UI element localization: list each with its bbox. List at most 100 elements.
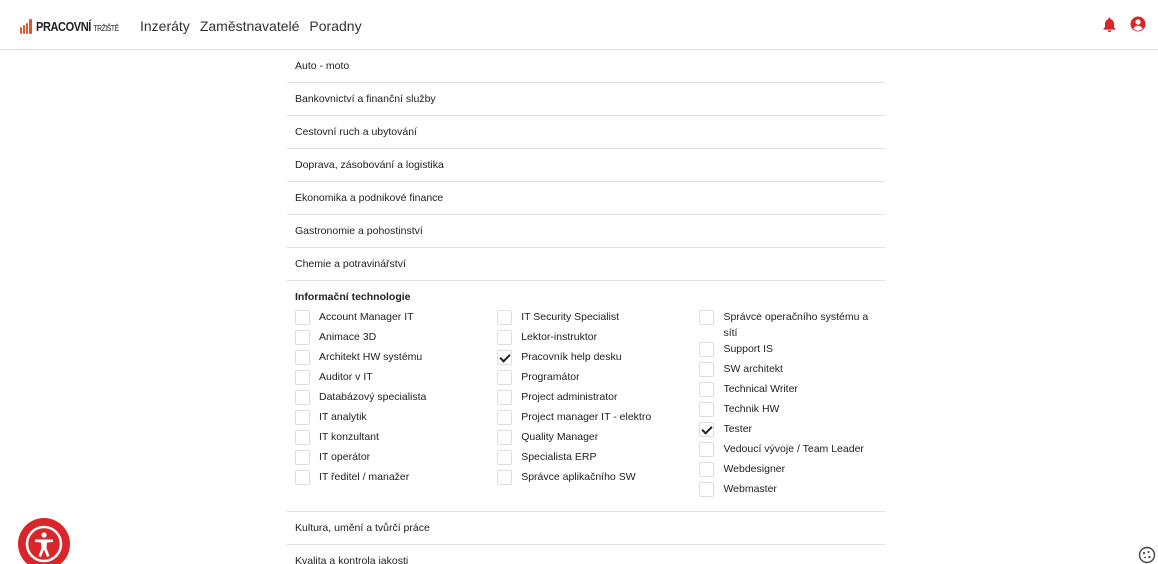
- checkbox[interactable]: [699, 310, 715, 325]
- subcategory-option[interactable]: Support IS: [699, 341, 877, 361]
- subcategory-label: Auditor v IT: [319, 371, 373, 383]
- subcategory-label: Databázový specialista: [319, 391, 427, 403]
- checkbox[interactable]: [295, 350, 310, 365]
- checkbox[interactable]: [295, 330, 310, 345]
- category-bankovnictvi[interactable]: Bankovnictví a finanční služby: [287, 83, 885, 116]
- subcategory-option[interactable]: Tester: [699, 421, 877, 441]
- checkbox[interactable]: [497, 410, 513, 425]
- checkbox[interactable]: [699, 402, 715, 417]
- checkbox[interactable]: [699, 342, 715, 357]
- subcategory-label: SW architekt: [723, 363, 783, 375]
- checkbox[interactable]: [497, 430, 513, 445]
- subcategory-option[interactable]: Account Manager IT: [295, 309, 497, 329]
- checkbox[interactable]: [295, 450, 310, 465]
- subcategory-label: Account Manager IT: [319, 311, 414, 323]
- subcategory-label: Webdesigner: [723, 463, 786, 475]
- category-kvalita[interactable]: Kvalita a kontrola jakosti: [287, 545, 885, 564]
- cookie-settings-button[interactable]: [1138, 546, 1156, 564]
- subcategory-option[interactable]: Architekt HW systému: [295, 349, 497, 369]
- checkbox[interactable]: [295, 470, 310, 485]
- category-gastronomie[interactable]: Gastronomie a pohostinství: [287, 215, 885, 248]
- checkbox[interactable]: [295, 390, 310, 405]
- category-doprava[interactable]: Doprava, zásobování a logistika: [287, 149, 885, 182]
- checkbox-checked[interactable]: [497, 350, 513, 365]
- subcategory-label: Technical Writer: [723, 383, 798, 395]
- subcategory-option[interactable]: Technik HW: [699, 401, 877, 421]
- checkbox[interactable]: [295, 430, 310, 445]
- nav-inzeraty[interactable]: Inzeráty: [140, 18, 190, 34]
- accessibility-button[interactable]: [18, 518, 70, 564]
- subcategory-label: Project manager IT - elektro: [521, 411, 652, 423]
- subcategory-option[interactable]: IT ředitel / manažer: [295, 469, 497, 489]
- checkbox[interactable]: [295, 410, 310, 425]
- subcategory-option[interactable]: Vedoucí vývoje / Team Leader: [699, 441, 877, 461]
- subcategory-option[interactable]: Webmaster: [699, 481, 877, 501]
- checkbox[interactable]: [497, 310, 513, 325]
- category-title[interactable]: Informační technologie: [295, 291, 877, 303]
- subcategory-option[interactable]: SW architekt: [699, 361, 877, 381]
- subcategory-option[interactable]: Databázový specialista: [295, 389, 497, 409]
- accessibility-icon: [25, 525, 63, 563]
- subcategory-option[interactable]: Specialista ERP: [497, 449, 699, 469]
- subcategory-label: Správce operačního systému a sítí: [723, 311, 869, 339]
- subcategory-label: Project administrator: [521, 391, 618, 403]
- checkbox[interactable]: [699, 442, 715, 457]
- subcategory-label: Správce aplikačního SW: [521, 471, 636, 483]
- subcategory-label: IT analytik: [319, 411, 367, 423]
- subcategory-option[interactable]: IT konzultant: [295, 429, 497, 449]
- logo-text-main: PRACOVNÍ: [36, 18, 91, 34]
- subcategory-option[interactable]: Project manager IT - elektro: [497, 409, 699, 429]
- subcategory-option[interactable]: Technical Writer: [699, 381, 877, 401]
- subcategory-label: IT konzultant: [319, 431, 379, 443]
- subcategory-label: Vedoucí vývoje / Team Leader: [723, 443, 864, 455]
- subcategory-option[interactable]: Lektor-instruktor: [497, 329, 699, 349]
- checkbox[interactable]: [295, 310, 310, 325]
- bell-icon[interactable]: [1103, 17, 1116, 32]
- category-informacni-technologie: Informační technologie Account Manager I…: [287, 281, 885, 512]
- checkbox[interactable]: [497, 390, 513, 405]
- subcategory-option[interactable]: IT operátor: [295, 449, 497, 469]
- subcategory-option[interactable]: IT Security Specialist: [497, 309, 699, 329]
- logo-text: PRACOVNÍ TRŽIŠTĚ: [36, 19, 119, 34]
- subcategory-option[interactable]: Webdesigner: [699, 461, 877, 481]
- checkbox[interactable]: [699, 482, 715, 497]
- nav-poradny[interactable]: Poradny: [309, 18, 361, 34]
- category-cestovni-ruch[interactable]: Cestovní ruch a ubytování: [287, 116, 885, 149]
- checkbox[interactable]: [497, 450, 513, 465]
- subcategory-label: Architekt HW systému: [319, 351, 423, 363]
- checkbox-checked[interactable]: [699, 422, 715, 437]
- main-nav: Inzeráty Zaměstnavatelé Poradny: [140, 18, 362, 34]
- subcategory-option[interactable]: Animace 3D: [295, 329, 497, 349]
- header-icons: [1103, 16, 1146, 32]
- checkbox[interactable]: [295, 370, 310, 385]
- checkbox[interactable]: [497, 470, 513, 485]
- category-chemie[interactable]: Chemie a potravinářství: [287, 248, 885, 281]
- nav-zamestnavatele[interactable]: Zaměstnavatelé: [200, 18, 300, 34]
- subcategory-label: IT operátor: [319, 451, 371, 463]
- subcategory-option[interactable]: Quality Manager: [497, 429, 699, 449]
- subcategory-option[interactable]: Project administrator: [497, 389, 699, 409]
- top-header: PRACOVNÍ TRŽIŠTĚ Inzeráty Zaměstnavatelé…: [0, 0, 1158, 50]
- subcategory-label: IT Security Specialist: [521, 311, 620, 323]
- checkbox[interactable]: [699, 462, 715, 477]
- subcategory-column-1: Account Manager IT Animace 3D Architekt HW…: [295, 309, 497, 501]
- checkbox[interactable]: [699, 362, 715, 377]
- subcategory-option[interactable]: Auditor v IT: [295, 369, 497, 389]
- subcategory-option[interactable]: Pracovník help desku: [497, 349, 699, 369]
- subcategory-option[interactable]: Programátor: [497, 369, 699, 389]
- checkbox[interactable]: [497, 330, 513, 345]
- user-circle-icon[interactable]: [1130, 16, 1146, 32]
- category-ekonomika[interactable]: Ekonomika a podnikové finance: [287, 182, 885, 215]
- subcategory-option[interactable]: Správce aplikačního SW: [497, 469, 699, 489]
- category-auto-moto[interactable]: Auto - moto: [287, 50, 885, 83]
- logo-figures-icon: [20, 18, 33, 34]
- site-logo[interactable]: PRACOVNÍ TRŽIŠTĚ: [20, 16, 120, 36]
- subcategory-column-2: IT Security Specialist Lektor-instruktor P…: [497, 309, 699, 501]
- checkbox[interactable]: [497, 370, 513, 385]
- checkbox[interactable]: [699, 382, 715, 397]
- category-kultura[interactable]: Kultura, umění a tvůrčí práce: [287, 512, 885, 545]
- category-list: Auto - moto Bankovnictví a finanční služ…: [287, 50, 885, 564]
- subcategory-option[interactable]: Správce operačního systému a sítí: [699, 309, 877, 341]
- subcategory-label: Webmaster: [723, 483, 777, 495]
- subcategory-option[interactable]: IT analytik: [295, 409, 497, 429]
